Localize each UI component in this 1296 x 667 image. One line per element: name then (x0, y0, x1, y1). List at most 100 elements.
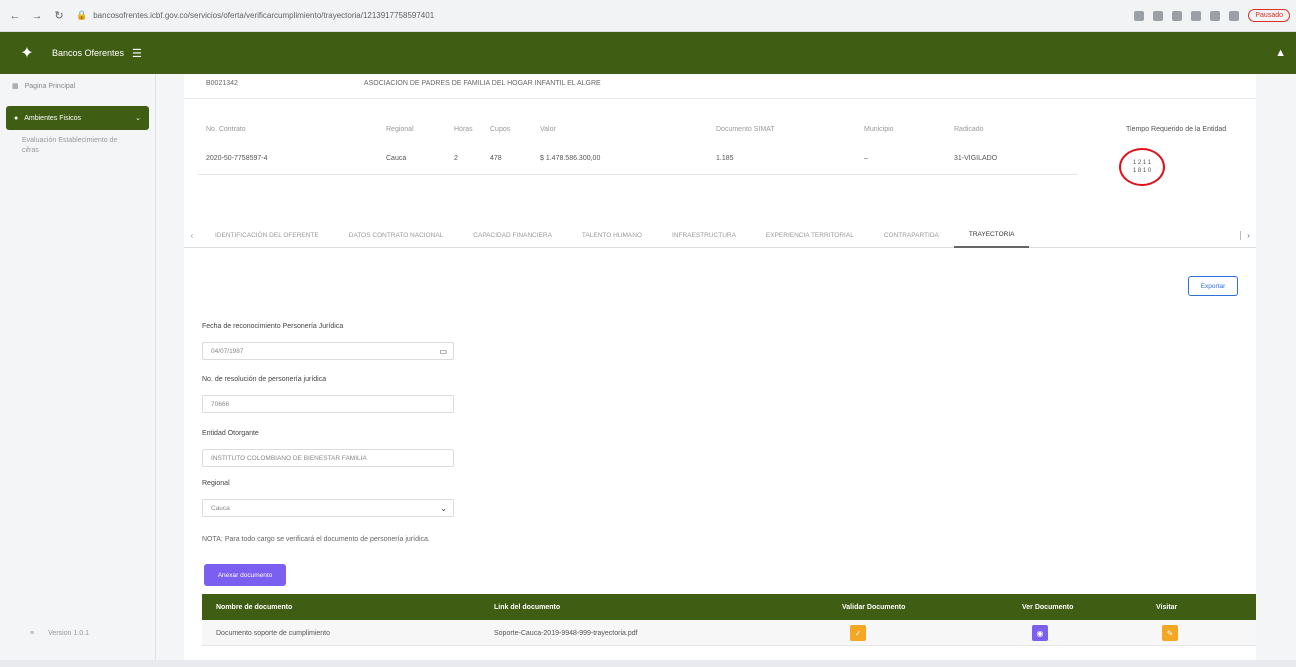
version-footer: ≡ Version 1.0.1 (30, 630, 89, 637)
record-header: B0021342 ASOCIACION DE PADRES DE FAMILIA… (206, 80, 601, 87)
browser-toolbar: ← → ↻ 🔒 bancosofrentes.icbf.gov.co/servi… (0, 0, 1296, 32)
regional-label: Regional (202, 480, 230, 487)
reload-icon[interactable]: ↻ (52, 9, 66, 23)
profile-status-badge[interactable]: Pausado (1248, 9, 1290, 22)
icbf-logo-icon: ✦ (20, 45, 34, 62)
fecha-label: Fecha de reconocimiento Personería Juríd… (202, 323, 344, 330)
menu-toggle-icon[interactable]: ☰ (132, 47, 142, 60)
tab-trayectoria[interactable]: TRAYECTORIA (953, 224, 1030, 248)
info-header-regional: Regional (386, 126, 414, 133)
document-name: Documento soporte de cumplimiento (216, 629, 331, 637)
add-document-button[interactable]: Anexar documento (204, 564, 286, 586)
info-value-regional: Cauca (386, 155, 407, 162)
pencil-icon: ✎ (1162, 625, 1178, 641)
tab-talento[interactable]: TALENTO HUMANO (567, 224, 657, 248)
info-header-contrato: No. Contrato (206, 126, 246, 133)
fecha-field[interactable]: 04/07/1987 ▭ (202, 342, 454, 360)
tab-scroll-left-icon[interactable]: ‹ (184, 231, 200, 240)
forward-icon[interactable]: → (30, 9, 44, 23)
tab-capacidad[interactable]: CAPACIDAD FINANCIERA (458, 224, 567, 248)
export-button[interactable]: Exportar (1188, 276, 1238, 296)
sidebar-subitem-evaluacion[interactable]: Evaluación Establecimiento de cifras (0, 130, 155, 162)
note-text: NOTA: Para todo cargo se verificará el d… (202, 536, 430, 543)
version-label: Version 1.0.1 (48, 630, 89, 637)
regional-value: Cauca (211, 504, 230, 512)
tab-identificacion[interactable]: IDENTIFICACIÓN DEL OFERENTE (200, 224, 334, 248)
info-value-simat: 1.185 (716, 155, 734, 162)
tab-experiencia[interactable]: EXPERIENCIA TERRITORIAL (751, 224, 869, 248)
column-header: Link del documento (494, 603, 561, 611)
entidad-value: INSTITUTO COLOMBIANO DE BIENESTAR FAMILI… (211, 454, 367, 462)
entidad-field[interactable]: INSTITUTO COLOMBIANO DE BIENESTAR FAMILI… (202, 449, 454, 467)
eye-icon: ◉ (1032, 625, 1048, 641)
validate-button[interactable]: ✓ (850, 620, 866, 646)
column-header: Visitar (1156, 603, 1178, 611)
sidebar-item-ambientes[interactable]: ● Ambientes Fisicos ⌄ (6, 106, 149, 130)
main-card: B0021342 ASOCIACION DE PADRES DE FAMILIA… (184, 74, 1256, 667)
tiempo-value: 1 8 1 0 (1132, 168, 1152, 174)
tab-datos-contrato[interactable]: DATOS CONTRATO NACIONAL (334, 224, 459, 248)
visit-button[interactable]: ✎ (1162, 620, 1178, 646)
tiempo-label: Tiempo Requerido de la Entidad (1126, 126, 1227, 133)
chevron-down-icon: ⌄ (135, 115, 141, 122)
divider (198, 174, 1078, 175)
record-name: ASOCIACION DE PADRES DE FAMILIA DEL HOGA… (363, 80, 601, 87)
document-link[interactable]: Soporte-Cauca-2019-9948-999-trayectoria.… (494, 620, 638, 646)
info-header-simat: Documento SIMAT (716, 126, 775, 133)
sidebar-item-label: Pagina Principal (24, 82, 76, 90)
calendar-icon[interactable]: ▭ (439, 347, 447, 356)
sidebar-item-home[interactable]: ▦ Pagina Principal (0, 74, 155, 98)
tab-scroll-right-icon[interactable]: › (1240, 231, 1256, 240)
resolucion-value: 70666 (211, 400, 230, 408)
column-header: Nombre de documento (216, 603, 293, 611)
sidebar-icon[interactable] (1210, 10, 1221, 21)
tab-contrapartida[interactable]: CONTRAPARTIDA (869, 224, 954, 248)
sidebar: ▦ Pagina Principal ● Ambientes Fisicos ⌄… (0, 74, 156, 667)
table-row: Documento soporte de cumplimiento Soport… (202, 620, 1256, 646)
chevron-down-icon: ⌄ (440, 503, 447, 513)
record-code: B0021342 (206, 80, 238, 87)
resolucion-field[interactable]: 70666 (202, 395, 454, 413)
tab-bar: ‹ IDENTIFICACIÓN DEL OFERENTE DATOS CONT… (184, 224, 1256, 248)
app-header: ✦ Bancos Oferentes ☰ ▲ (0, 32, 1296, 74)
share-icon[interactable] (1172, 10, 1183, 21)
back-icon[interactable]: ← (8, 9, 22, 23)
documents-table: Nombre de documento Link del documento V… (202, 594, 1256, 646)
entidad-label: Entidad Otorgante (202, 430, 259, 437)
user-icon[interactable]: ▲ (1275, 47, 1286, 59)
table-header: Nombre de documento Link del documento V… (202, 594, 1256, 620)
view-button[interactable]: ◉ (1032, 620, 1048, 646)
taskbar (0, 660, 1296, 667)
puzzle-icon[interactable] (1191, 10, 1202, 21)
info-value-valor: $ 1.478.586.300,00 (540, 155, 601, 162)
bookmark-icon[interactable] (1153, 10, 1164, 21)
shield-icon: ● (14, 114, 19, 122)
info-value-cupos: 478 (490, 155, 502, 162)
address-bar[interactable]: 🔒 bancosofrentes.icbf.gov.co/servicios/o… (76, 6, 1036, 26)
info-value-horas: 2 (454, 155, 458, 162)
divider (184, 98, 1256, 99)
tiempo-highlight-circle: 1 2 1 1 1 8 1 0 (1119, 148, 1165, 186)
tiempo-value: 1 2 1 1 (1132, 160, 1152, 166)
info-header-radicado: Radicado (954, 126, 984, 133)
fecha-value: 04/07/1987 (211, 347, 244, 355)
collapse-icon[interactable]: ≡ (30, 630, 34, 637)
info-header-cupos: Cupos (490, 126, 511, 133)
column-header: Ver Documento (1022, 603, 1074, 611)
app-title: Bancos Oferentes (52, 48, 125, 58)
sidebar-item-label: Ambientes Fisicos (24, 114, 82, 122)
avatar-icon[interactable] (1229, 10, 1240, 21)
extension-icon[interactable] (1134, 10, 1145, 21)
resolucion-label: No. de resolución de personería jurídica (202, 376, 327, 383)
info-header-valor: Valor (540, 126, 556, 133)
lock-icon: 🔒 (76, 10, 88, 20)
grid-icon: ▦ (12, 83, 19, 90)
info-header-municipio: Municipio (864, 126, 894, 133)
column-header: Validar Documento (842, 603, 906, 611)
info-value-contrato: 2020-50-7758597-4 (206, 155, 268, 162)
check-icon: ✓ (850, 625, 866, 641)
regional-select[interactable]: Cauca ⌄ (202, 499, 454, 517)
info-header-horas: Horas (454, 126, 473, 133)
info-value-radicado: 31-VIGILADO (954, 155, 998, 162)
tab-infraestructura[interactable]: INFRAESTRUCTURA (657, 224, 751, 248)
